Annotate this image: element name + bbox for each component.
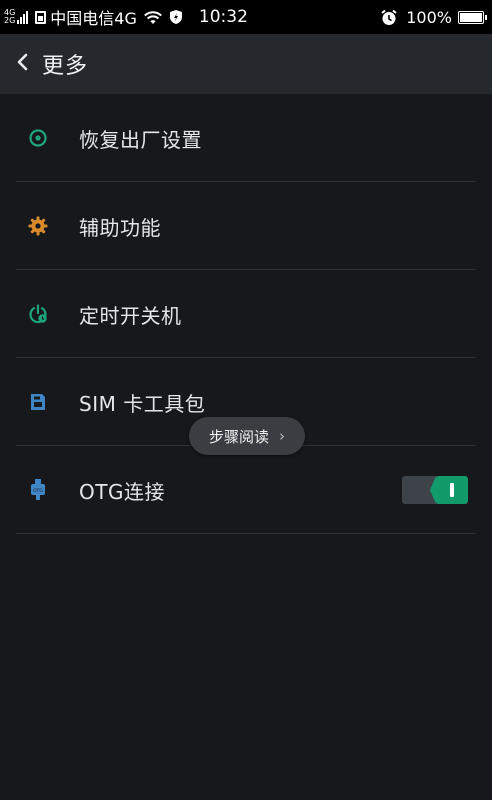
alarm-icon: [380, 9, 398, 26]
chevron-right-icon: ›: [279, 427, 285, 445]
step-reading-button[interactable]: 步骤阅读 ›: [189, 417, 305, 455]
network-type: 4G 2G: [4, 9, 15, 25]
carrier-name: 中国电信4G: [50, 9, 137, 28]
list-item-scheduled-power[interactable]: 定时开关机: [0, 270, 492, 358]
chevron-left-icon: [15, 52, 29, 76]
toggle-thumb: [430, 476, 468, 504]
list-item-label: SIM 卡工具包: [79, 391, 206, 416]
wifi-icon: [143, 9, 163, 25]
gear-icon: [27, 215, 49, 237]
app-header: 更多: [0, 34, 492, 94]
signal-icon: [17, 10, 29, 24]
back-button[interactable]: [2, 34, 42, 94]
battery-level: [460, 12, 482, 22]
svg-text:OTG: OTG: [33, 488, 43, 494]
status-left: 4G 2G 中国电信4G 10:32: [0, 0, 248, 34]
list-item-accessibility[interactable]: 辅助功能: [0, 182, 492, 270]
list-item-otg[interactable]: OTG OTG连接: [0, 446, 492, 534]
status-time: 10:32: [198, 7, 248, 27]
list-item-label: 定时开关机: [79, 303, 182, 328]
timer-power-icon: [27, 303, 49, 325]
reset-icon: [27, 127, 49, 149]
list-item-label: OTG连接: [79, 479, 165, 504]
network-type-bottom: 2G: [4, 16, 16, 25]
status-bar: 4G 2G 中国电信4G 10:32 100%: [0, 0, 492, 34]
shield-icon: [169, 9, 183, 25]
step-reading-label: 步骤阅读: [208, 427, 269, 446]
sim-card-icon: [27, 391, 49, 413]
settings-list: 恢复出厂设置 辅助功能 定时开关机 SIM 卡工具包 OTG OTG连接: [0, 94, 492, 534]
usb-otg-icon: OTG: [27, 479, 49, 501]
battery-percent: 100%: [406, 7, 452, 27]
list-item-label: 恢复出厂设置: [79, 127, 202, 152]
list-item-factory-reset[interactable]: 恢复出厂设置: [0, 94, 492, 182]
sim-icon: [35, 10, 47, 24]
screen: 4G 2G 中国电信4G 10:32 100% 更多 恢复出厂设置 辅助功能 定…: [0, 0, 492, 800]
divider: [16, 533, 476, 534]
page-title: 更多: [42, 54, 89, 79]
battery-icon: [458, 10, 487, 24]
otg-toggle[interactable]: [402, 476, 468, 504]
list-item-label: 辅助功能: [79, 215, 161, 240]
status-right: 100%: [380, 0, 487, 34]
